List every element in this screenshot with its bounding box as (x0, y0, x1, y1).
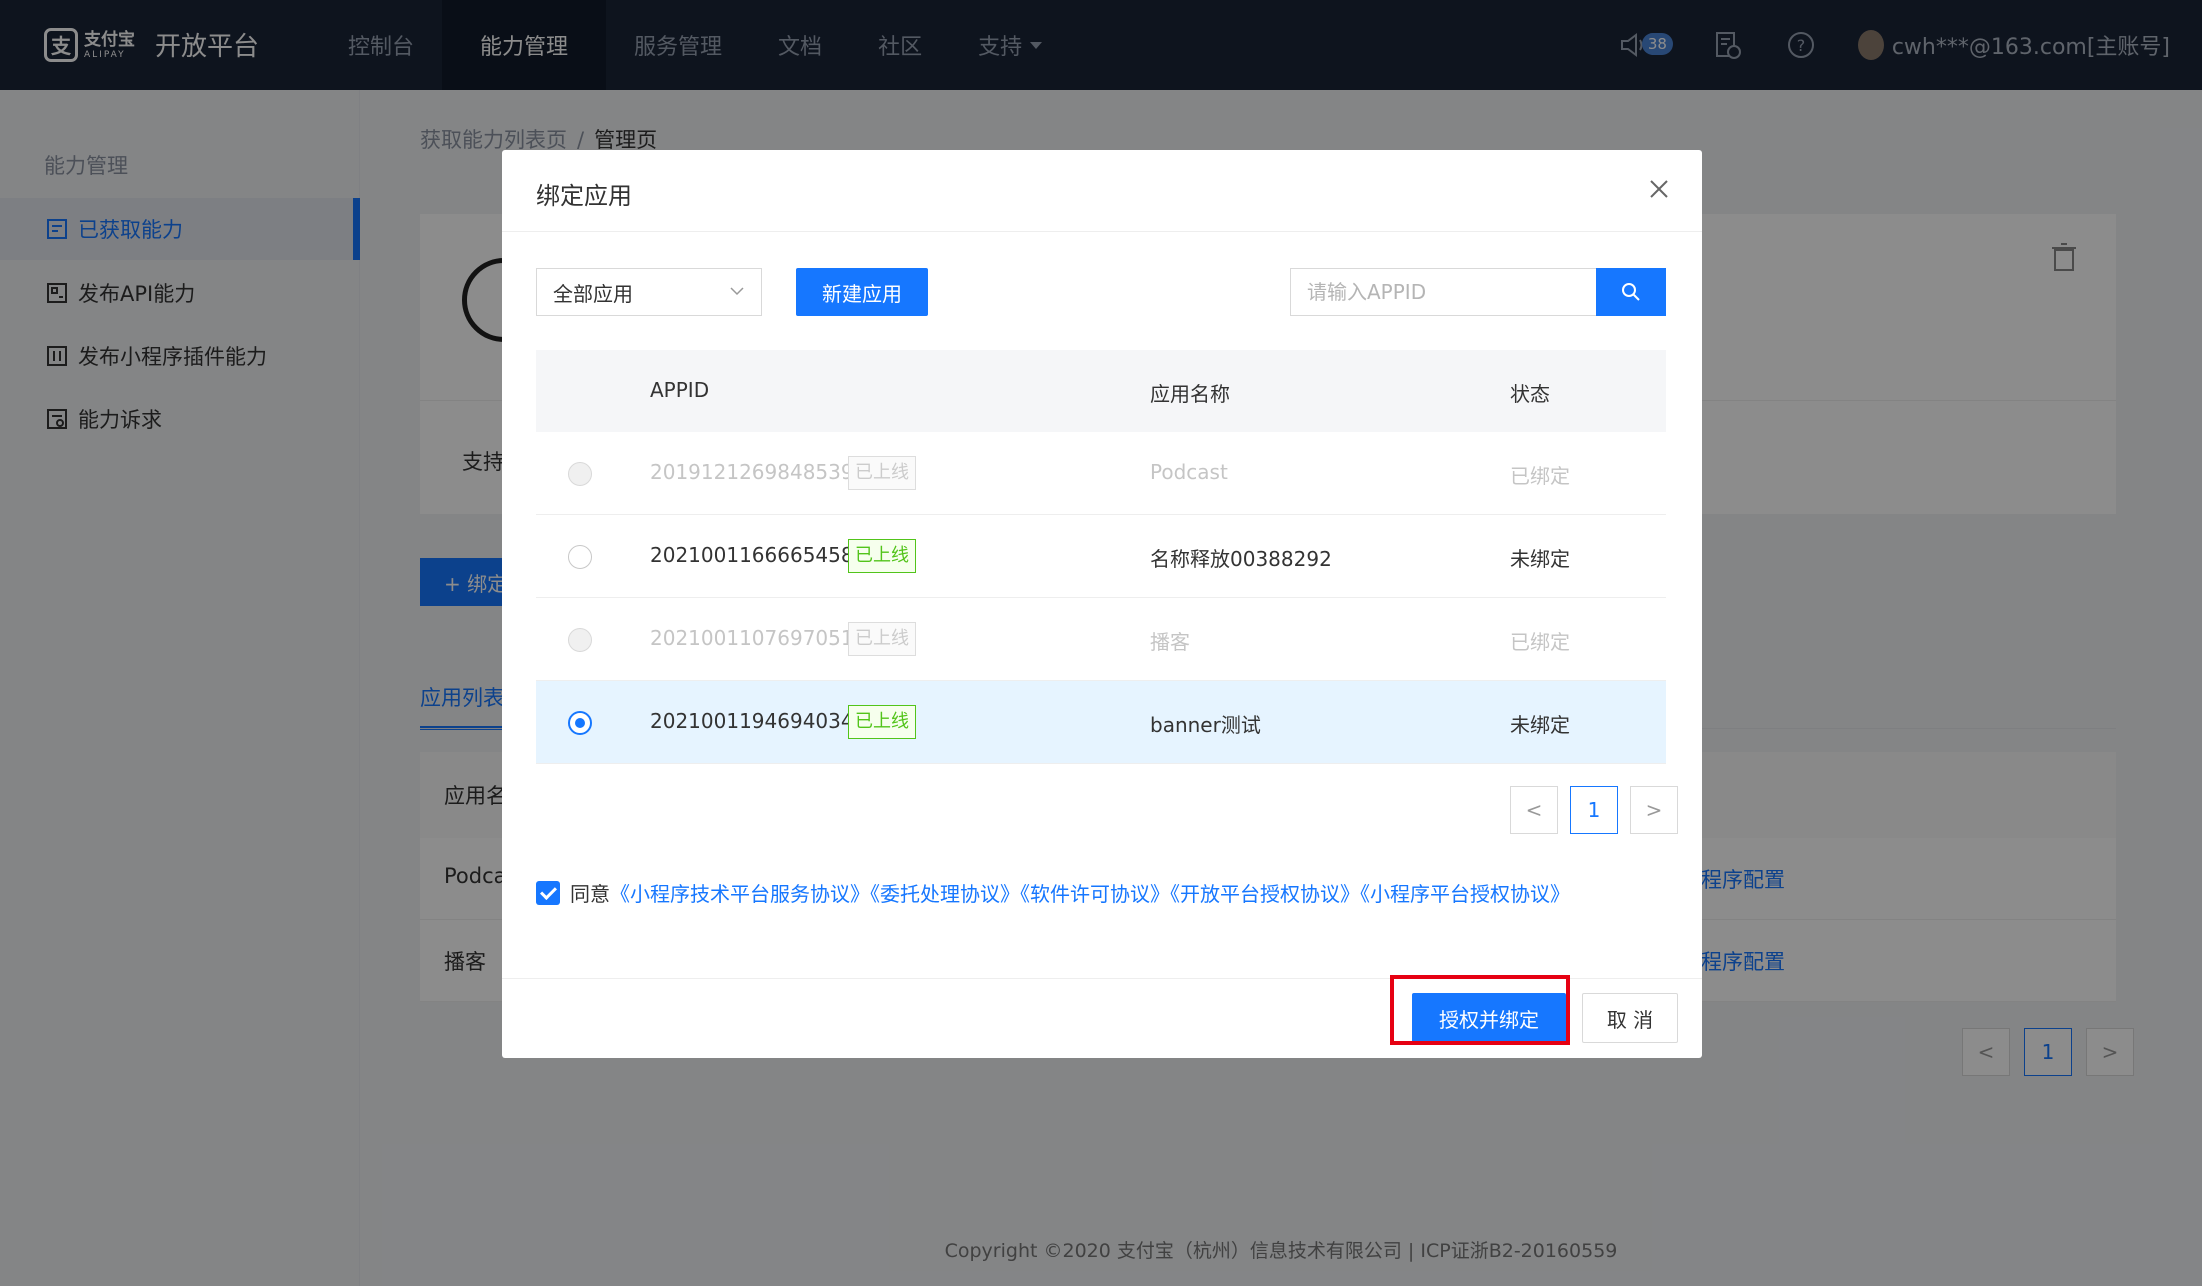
app-filter-select[interactable]: 全部应用 (536, 268, 762, 316)
column-status: 状态 (1510, 382, 1550, 406)
online-tag: 已上线 (848, 622, 916, 656)
agreement-link[interactable]: 《委托处理协议》 (870, 882, 1020, 906)
online-tag: 已上线 (848, 539, 916, 573)
row-status: 未绑定 (1510, 713, 1570, 737)
row-app-name: Podcast (1150, 460, 1228, 484)
modal-title: 绑定应用 (536, 182, 632, 210)
row-app-name: 播客 (1150, 630, 1190, 654)
online-tag: 已上线 (848, 456, 916, 490)
table-row: 2019121269848539 已上线 Podcast 已绑定 (536, 432, 1666, 515)
bind-app-modal: 绑定应用 全部应用 新建应用 APPID 应用名称 状态 20191212698… (502, 150, 1702, 1058)
new-app-button[interactable]: 新建应用 (796, 268, 928, 316)
agree-checkbox[interactable] (536, 881, 560, 905)
row-app-name: banner测试 (1150, 713, 1261, 737)
online-tag: 已上线 (848, 705, 916, 739)
modal-footer: 授权并绑定 取 消 (502, 975, 1702, 1058)
row-appid: 2019121269848539 (650, 460, 854, 484)
row-appid: 2021001166665458 (650, 543, 854, 567)
row-appid: 2021001107697051 (650, 626, 854, 650)
row-status: 已绑定 (1510, 630, 1570, 654)
highlight-box (1390, 975, 1570, 1045)
table-header: APPID 应用名称 状态 (536, 350, 1666, 432)
next-page-button[interactable]: > (1630, 786, 1678, 834)
agreement-link[interactable]: 《开放平台授权协议》 (1170, 882, 1360, 906)
row-radio (568, 462, 592, 486)
chevron-down-icon (730, 287, 744, 296)
row-radio[interactable] (568, 711, 592, 735)
agree-label: 同意 (570, 882, 610, 906)
modal-header: 绑定应用 (502, 150, 1702, 232)
agreement-link[interactable]: 《软件许可协议》 (1020, 882, 1170, 906)
search-button[interactable] (1596, 268, 1666, 316)
modal-pagination: < 1 > (1498, 786, 1678, 834)
row-radio (568, 628, 592, 652)
row-radio[interactable] (568, 545, 592, 569)
column-appid: APPID (650, 378, 710, 402)
select-value: 全部应用 (553, 281, 633, 306)
row-status: 未绑定 (1510, 547, 1570, 571)
cancel-button[interactable]: 取 消 (1582, 993, 1678, 1043)
table-row: 2021001107697051 已上线 播客 已绑定 (536, 598, 1666, 681)
table-row[interactable]: 2021001166665458 已上线 名称释放00388292 未绑定 (536, 515, 1666, 598)
agreement-link[interactable]: 《小程序技术平台服务协议》 (610, 882, 870, 906)
prev-page-button[interactable]: < (1510, 786, 1558, 834)
close-icon[interactable] (1644, 174, 1674, 204)
search-icon (1622, 283, 1640, 301)
page-1-button[interactable]: 1 (1570, 786, 1618, 834)
row-appid: 2021001194694034 (650, 709, 854, 733)
row-app-name: 名称释放00388292 (1150, 547, 1332, 571)
appid-search-input[interactable] (1290, 268, 1596, 316)
agreement-link[interactable]: 《小程序平台授权协议》 (1360, 882, 1570, 906)
app-select-table: APPID 应用名称 状态 2019121269848539 已上线 Podca… (536, 350, 1666, 764)
agreement-section: 同意《小程序技术平台服务协议》《委托处理协议》《软件许可协议》《开放平台授权协议… (536, 878, 1666, 911)
row-status: 已绑定 (1510, 464, 1570, 488)
table-row[interactable]: 2021001194694034 已上线 banner测试 未绑定 (536, 681, 1666, 764)
column-app-name: 应用名称 (1150, 382, 1230, 406)
modal-filters: 全部应用 新建应用 (536, 268, 1666, 316)
